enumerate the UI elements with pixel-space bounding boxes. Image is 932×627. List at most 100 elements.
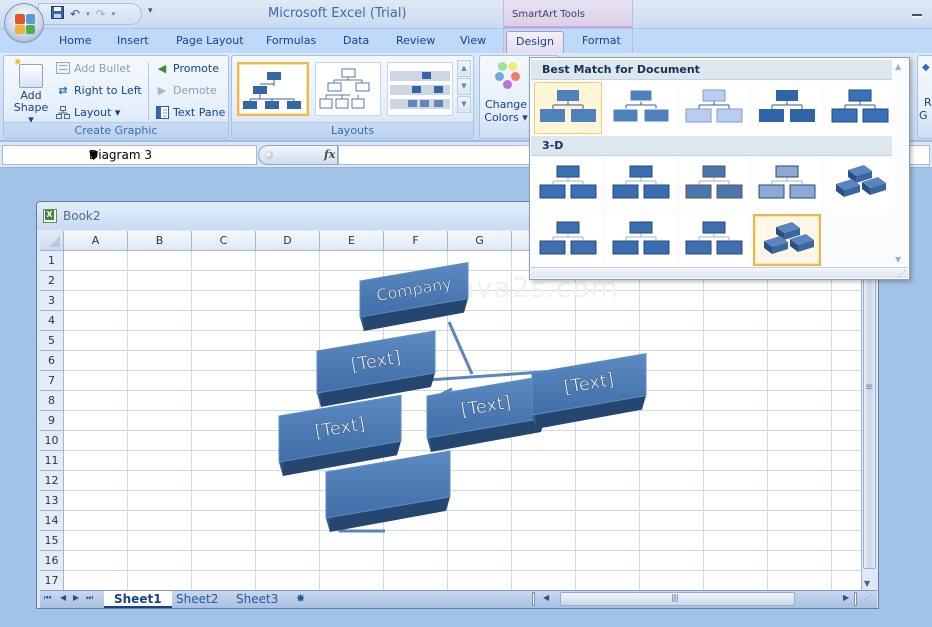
office-button[interactable] xyxy=(4,3,44,43)
style-option-intense-effect[interactable] xyxy=(826,82,894,134)
tab-design[interactable]: Design xyxy=(506,31,564,55)
style-option-metallic-scene[interactable] xyxy=(607,214,675,266)
gallery-scroll-down[interactable]: ▼ xyxy=(457,78,471,95)
row-header-6[interactable]: 6 xyxy=(40,351,64,371)
dropdown-scroll-down-icon[interactable]: ▼ xyxy=(895,255,901,264)
split-handle[interactable] xyxy=(854,592,857,606)
first-sheet-icon[interactable]: ⏮ xyxy=(44,593,51,603)
diagram-node-center[interactable]: [Text] xyxy=(426,375,546,452)
style-option-white-outline[interactable] xyxy=(607,82,675,134)
column-header-b[interactable]: B xyxy=(128,231,192,251)
column-header-c[interactable]: C xyxy=(192,231,256,251)
row-header-9[interactable]: 9 xyxy=(40,411,64,431)
style-option-polished[interactable] xyxy=(534,158,602,210)
diagram-node-left-upper[interactable]: [Text] xyxy=(316,330,436,407)
layout-button[interactable]: Layout ▾ xyxy=(56,103,120,121)
layout-thumb-org-outline[interactable] xyxy=(315,62,381,116)
text-pane-button[interactable]: Text Pane xyxy=(155,103,225,121)
layout-thumb-hierarchy[interactable] xyxy=(237,62,309,116)
diagram-node-right[interactable]: [Text] xyxy=(531,353,647,429)
column-header-d[interactable]: D xyxy=(256,231,320,251)
redo-dropdown-icon[interactable]: ▾ xyxy=(112,10,116,18)
select-all-button[interactable] xyxy=(40,231,64,251)
column-header-a[interactable]: A xyxy=(64,231,128,251)
gridline xyxy=(64,370,861,371)
resize-grip-icon[interactable]: ⋰ xyxy=(898,269,906,278)
tab-data[interactable]: Data xyxy=(343,34,369,47)
name-box-dropdown-icon[interactable]: ▼ xyxy=(89,148,98,162)
resize-grip-icon[interactable]: ⋰ xyxy=(864,593,872,602)
style-option-cartoon[interactable] xyxy=(680,158,748,210)
row-header-5[interactable]: 5 xyxy=(40,331,64,351)
promote-button[interactable]: ◀ Promote xyxy=(155,59,219,77)
add-shape-button[interactable]: Add Shape ▾ xyxy=(10,58,52,126)
layout-thumb-horizontal-hierarchy[interactable] xyxy=(387,62,453,116)
demote-button[interactable]: ▶ Demote xyxy=(155,81,217,99)
column-header-f[interactable]: F xyxy=(384,231,448,251)
spreadsheet-grid[interactable]: ABCDEFGHIJKL 1234567891011121314151617 w… xyxy=(40,231,861,590)
tab-format[interactable]: Format xyxy=(582,34,621,47)
row-header-14[interactable]: 14 xyxy=(40,511,64,531)
style-option-simple-fill[interactable] xyxy=(534,82,602,134)
tab-formulas[interactable]: Formulas xyxy=(266,34,316,47)
horizontal-scroll-thumb[interactable] xyxy=(560,592,795,606)
add-bullet-button[interactable]: Add Bullet xyxy=(56,59,131,77)
row-header-15[interactable]: 15 xyxy=(40,531,64,551)
style-option-brick-scene[interactable] xyxy=(826,158,894,210)
right-to-left-button[interactable]: ⇄ Right to Left xyxy=(56,81,141,99)
undo-icon[interactable]: ↶ xyxy=(70,7,80,21)
change-colors-button[interactable]: Change Colors ▾ xyxy=(484,58,528,124)
customize-qat-icon[interactable]: ▾ xyxy=(148,6,153,16)
sheet-tab-2[interactable]: Sheet2 xyxy=(166,591,228,608)
style-option-inset[interactable] xyxy=(607,158,675,210)
scroll-right-arrow-icon[interactable]: ▶ xyxy=(843,593,849,602)
row-header-7[interactable]: 7 xyxy=(40,371,64,391)
vertical-scroll-thumb[interactable] xyxy=(863,233,876,569)
row-header-10[interactable]: 10 xyxy=(40,431,64,451)
name-box[interactable]: Diagram 3 ▼ xyxy=(2,145,257,165)
row-header-11[interactable]: 11 xyxy=(40,451,64,471)
gallery-scroll-up[interactable]: ▲ xyxy=(457,60,471,77)
row-header-13[interactable]: 13 xyxy=(40,491,64,511)
style-option-powder[interactable] xyxy=(753,158,821,210)
row-header-1[interactable]: 1 xyxy=(40,251,64,271)
style-option-subtle-effect[interactable] xyxy=(680,82,748,134)
column-header-e[interactable]: E xyxy=(320,231,384,251)
prev-sheet-icon[interactable]: ◀ xyxy=(60,593,66,602)
tab-insert[interactable]: Insert xyxy=(117,34,149,47)
minimize-button[interactable] xyxy=(912,14,922,18)
insert-sheet-icon[interactable]: ✸ xyxy=(286,591,315,608)
style-option-flat-scene[interactable] xyxy=(534,214,602,266)
redo-icon[interactable]: ↷ xyxy=(96,7,106,21)
undo-dropdown-icon[interactable]: ▾ xyxy=(86,10,90,18)
row-header-4[interactable]: 4 xyxy=(40,311,64,331)
row-header-16[interactable]: 16 xyxy=(40,551,64,571)
sheet-tab-1[interactable]: Sheet1 xyxy=(104,591,172,608)
vertical-scrollbar[interactable]: ▼ xyxy=(861,231,877,590)
tab-review[interactable]: Review xyxy=(396,34,435,47)
last-sheet-icon[interactable]: ⏭ xyxy=(86,593,93,603)
column-header-g[interactable]: G xyxy=(448,231,512,251)
expand-handle-icon[interactable] xyxy=(265,151,273,159)
tab-page-layout[interactable]: Page Layout xyxy=(176,34,244,47)
diagram-node-bottom[interactable] xyxy=(325,450,451,532)
tab-home[interactable]: Home xyxy=(59,34,91,47)
scroll-left-arrow-icon[interactable]: ◀ xyxy=(543,593,549,602)
row-header-8[interactable]: 8 xyxy=(40,391,64,411)
style-option-sunset-scene[interactable] xyxy=(680,214,748,266)
tab-view[interactable]: View xyxy=(460,34,486,47)
row-header-12[interactable]: 12 xyxy=(40,471,64,491)
row-header-17[interactable]: 17 xyxy=(40,571,64,590)
style-option-moderate-effect[interactable] xyxy=(753,82,821,134)
sheet-tab-3[interactable]: Sheet3 xyxy=(226,591,288,608)
tab-split-handle[interactable] xyxy=(532,592,535,606)
dropdown-scroll-up-icon[interactable]: ▲ xyxy=(895,62,901,71)
next-sheet-icon[interactable]: ▶ xyxy=(73,593,79,602)
row-header-2[interactable]: 2 xyxy=(40,271,64,291)
gallery-more[interactable]: ▼ xyxy=(457,96,471,113)
save-icon[interactable] xyxy=(51,6,64,22)
style-option-bird-s-eye-scene[interactable] xyxy=(753,214,821,266)
insert-function-button[interactable]: fx xyxy=(324,148,335,161)
row-header-3[interactable]: 3 xyxy=(40,291,64,311)
scroll-down-arrow-icon[interactable]: ▼ xyxy=(864,579,870,588)
